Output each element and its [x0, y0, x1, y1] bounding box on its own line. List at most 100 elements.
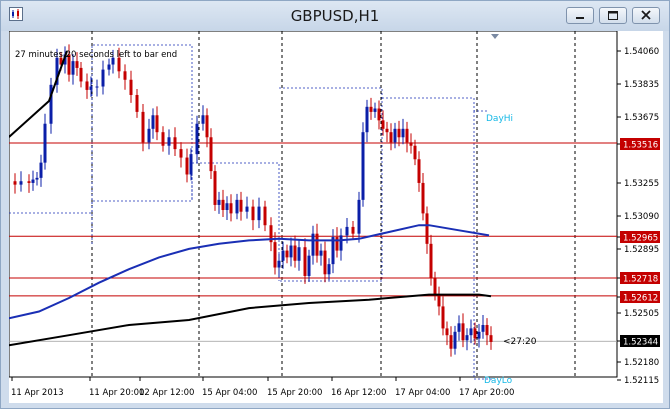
candle-body	[43, 123, 47, 163]
plot-area[interactable]	[8, 30, 618, 378]
candle-body	[457, 323, 461, 332]
candle-body	[311, 233, 315, 256]
close-icon	[641, 10, 651, 20]
time-axis: 11 Apr 2013 11 Apr 20:0012 Apr 12:00 15 Ap…	[11, 377, 514, 398]
time-axis-label: 12 Apr 12:00	[139, 388, 194, 398]
candle-body	[201, 115, 205, 124]
candle-body	[277, 260, 281, 268]
candle-body	[213, 171, 217, 205]
price-axis-label: 1.54060	[624, 47, 659, 57]
candle-body	[429, 243, 433, 278]
candle-body	[235, 199, 239, 214]
candle-body	[377, 108, 381, 121]
candle-body	[251, 206, 255, 221]
day-high-label: DayHi	[486, 114, 513, 124]
candle-body	[381, 120, 385, 129]
candle-body	[13, 181, 17, 185]
candle-body	[147, 128, 151, 143]
countdown-label: <27:20	[503, 337, 537, 347]
price-axis-label: 1.53255	[624, 179, 659, 189]
candle-body	[281, 250, 285, 261]
price-axis-label: 1.53675	[624, 113, 659, 123]
candle-body	[369, 106, 373, 112]
candle-body	[195, 123, 199, 155]
candle-body	[89, 86, 93, 90]
candle-body	[273, 242, 277, 268]
candle-body	[141, 111, 145, 143]
candle-body	[75, 61, 79, 68]
chart-canvas[interactable]: 1.54060 1.53835 1.53675 1.53255 1.53090 1.528…	[8, 30, 663, 403]
restore-button[interactable]	[599, 7, 627, 24]
candle-body	[449, 335, 453, 349]
candle-body	[297, 247, 301, 261]
candle-body	[135, 94, 139, 112]
price-tag-label: 1.52965	[623, 234, 658, 244]
candle-body	[123, 71, 127, 80]
candle-body	[39, 162, 43, 178]
candle-body	[179, 149, 183, 158]
candle-body	[361, 132, 365, 200]
candle-body	[155, 115, 159, 133]
price-tag: 1.52718	[620, 272, 660, 285]
candle-body	[289, 245, 293, 258]
candle-body	[239, 199, 243, 212]
candle-body	[385, 128, 389, 133]
candle-body	[465, 335, 469, 341]
title-bar[interactable]: GBPUSD,H1	[1, 1, 669, 31]
candle-body	[293, 245, 297, 261]
candle-body	[95, 86, 99, 88]
candle-body	[263, 206, 267, 226]
candle-body	[173, 137, 177, 150]
price-tag-label: 1.52344	[623, 338, 658, 348]
candle-body	[489, 335, 493, 342]
price-tag: 1.52965	[620, 231, 660, 244]
candle-body	[101, 69, 105, 87]
minimize-icon	[576, 17, 584, 19]
candle-body	[209, 137, 213, 172]
price-tag: 1.52344	[620, 335, 660, 348]
price-tag: 1.52612	[620, 291, 660, 304]
candle-body	[473, 328, 477, 339]
time-axis-label: 17 Apr 04:00	[395, 388, 450, 398]
candle-body	[345, 226, 349, 236]
candle-body	[79, 67, 83, 82]
candle-body	[421, 182, 425, 214]
candle-body	[437, 294, 441, 307]
candle-body	[257, 206, 261, 221]
price-tag: 1.53516	[620, 138, 660, 151]
price-axis-label: 1.52895	[624, 245, 659, 255]
candle-body	[485, 325, 489, 336]
candle-body	[373, 108, 377, 112]
time-axis-label: 15 Apr 04:00	[202, 388, 257, 398]
time-axis-label: 15 Apr 20:00	[267, 388, 322, 398]
candle-body	[413, 145, 417, 160]
candle-body	[389, 132, 393, 143]
candle-body	[151, 115, 155, 129]
candle-body	[185, 157, 189, 175]
candle-body	[327, 264, 331, 275]
price-axis-label: 1.53090	[624, 212, 659, 222]
candle-body	[441, 306, 445, 329]
time-axis-label: 11 Apr 2013	[11, 388, 64, 398]
time-axis-label: 16 Apr 12:00	[331, 388, 386, 398]
candle-body	[19, 181, 23, 185]
candle-body	[425, 213, 429, 244]
candle-body	[307, 255, 311, 276]
candle-body	[221, 199, 225, 211]
candle-body	[129, 79, 133, 95]
candle-body	[319, 250, 323, 256]
candle-body	[417, 159, 421, 183]
close-button[interactable]	[632, 7, 660, 24]
candle-body	[365, 106, 369, 133]
chart-window: GBPUSD,H1 1.54060 1.53835 1.53675 1.53255 1.…	[0, 0, 670, 409]
candle-body	[167, 137, 171, 146]
candle-body	[229, 203, 233, 214]
price-chart[interactable]: 1.54060 1.53835 1.53675 1.53255 1.53090 1.528…	[8, 30, 663, 403]
candle-body	[27, 181, 31, 183]
time-axis-label: 17 Apr 20:00	[459, 388, 514, 398]
candle-body	[351, 226, 355, 234]
candle-body	[409, 142, 413, 146]
candle-body	[477, 331, 481, 339]
candle-body	[315, 233, 319, 256]
minimize-button[interactable]	[566, 7, 594, 24]
